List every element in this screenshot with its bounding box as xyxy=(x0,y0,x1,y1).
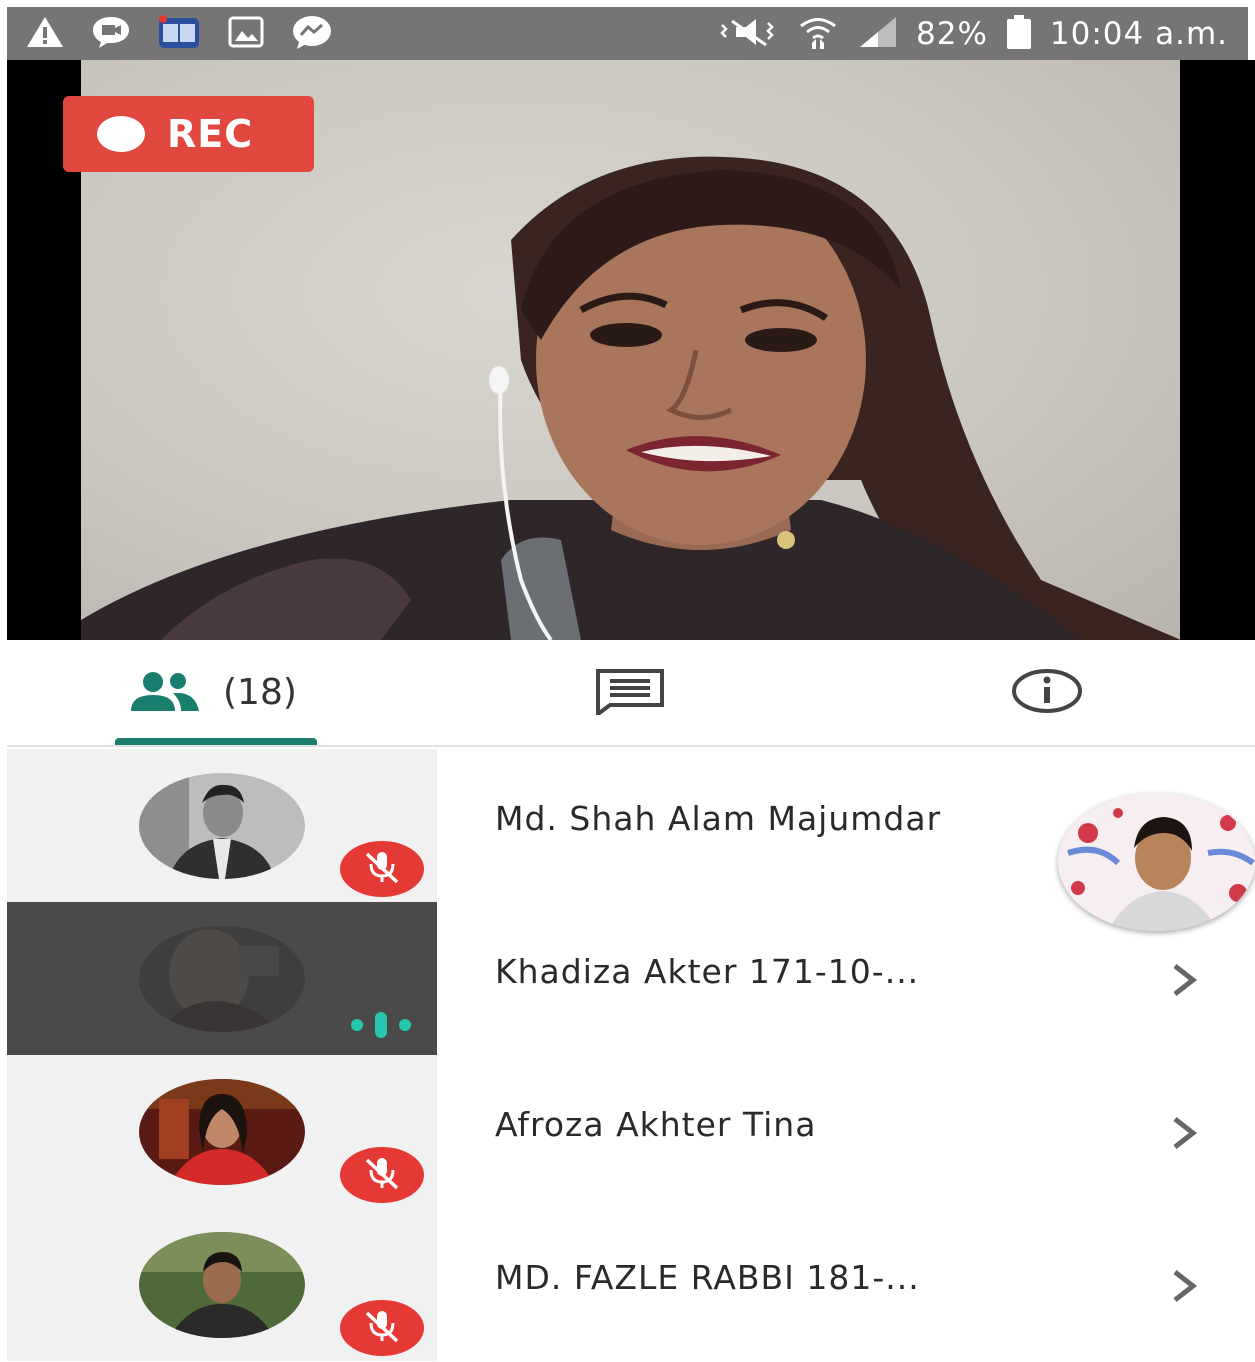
active-tab-indicator xyxy=(115,738,317,745)
recording-indicator: REC xyxy=(63,96,314,172)
warning-icon xyxy=(25,15,65,53)
clock: 10:04 a.m. xyxy=(1049,15,1228,52)
vibrate-icon xyxy=(716,15,780,53)
battery-icon xyxy=(1006,14,1032,53)
participant-tile xyxy=(7,1055,437,1208)
battery-percent: 82% xyxy=(916,15,988,52)
participant-row[interactable]: Afroza Akhter Tina xyxy=(7,1055,1255,1208)
reader-app-icon xyxy=(157,14,201,54)
tab-participants[interactable]: (18) xyxy=(115,640,325,745)
signal-icon xyxy=(856,15,898,53)
participant-row[interactable]: Khadiza Akter 171-10-... xyxy=(7,902,1255,1055)
info-icon xyxy=(1011,668,1083,718)
record-dot-icon xyxy=(97,116,145,152)
speaking-indicator xyxy=(347,1010,417,1040)
mic-off-badge xyxy=(340,1300,424,1356)
video-area[interactable]: REC xyxy=(7,60,1255,640)
tab-info[interactable] xyxy=(1007,640,1087,745)
chat-icon xyxy=(594,667,666,719)
participant-tile xyxy=(7,902,437,1055)
messenger-icon xyxy=(291,14,333,54)
tab-chat[interactable] xyxy=(590,640,670,745)
system-status: 82% 10:04 a.m. xyxy=(716,14,1248,53)
audio-level-icon xyxy=(347,1012,417,1044)
image-icon xyxy=(227,15,265,53)
participant-tile xyxy=(7,1208,437,1361)
people-icon xyxy=(123,671,203,715)
wifi-icon xyxy=(798,15,838,53)
mic-off-icon xyxy=(361,1309,403,1347)
video-chat-icon xyxy=(91,14,131,54)
notification-icons xyxy=(7,14,333,54)
avatar xyxy=(139,1079,305,1185)
avatar xyxy=(139,773,305,879)
participant-name: Afroza Akhter Tina xyxy=(495,1105,817,1144)
status-bar: 82% 10:04 a.m. xyxy=(7,7,1248,60)
participants-count: (18) xyxy=(223,672,297,713)
participant-name: Khadiza Akter 171-10-... xyxy=(495,952,920,991)
mic-off-badge xyxy=(340,1147,424,1203)
mic-off-icon xyxy=(361,850,403,888)
participant-name: Md. Shah Alam Majumdar xyxy=(495,799,942,838)
chevron-right-icon[interactable] xyxy=(1167,1113,1203,1153)
participant-row[interactable]: MD. FAZLE RABBI 181-... xyxy=(7,1208,1255,1361)
mic-off-icon xyxy=(361,1156,403,1194)
avatar xyxy=(139,1232,305,1338)
mic-off-badge xyxy=(340,841,424,897)
self-view-bubble[interactable] xyxy=(1058,793,1255,931)
participant-name: MD. FAZLE RABBI 181-... xyxy=(495,1258,920,1297)
participant-tile xyxy=(7,749,437,902)
chevron-right-icon[interactable] xyxy=(1167,1266,1203,1306)
avatar xyxy=(139,926,305,1032)
rec-label: REC xyxy=(167,112,254,156)
meeting-tab-bar: (18) xyxy=(7,640,1255,747)
chevron-right-icon[interactable] xyxy=(1167,960,1203,1000)
